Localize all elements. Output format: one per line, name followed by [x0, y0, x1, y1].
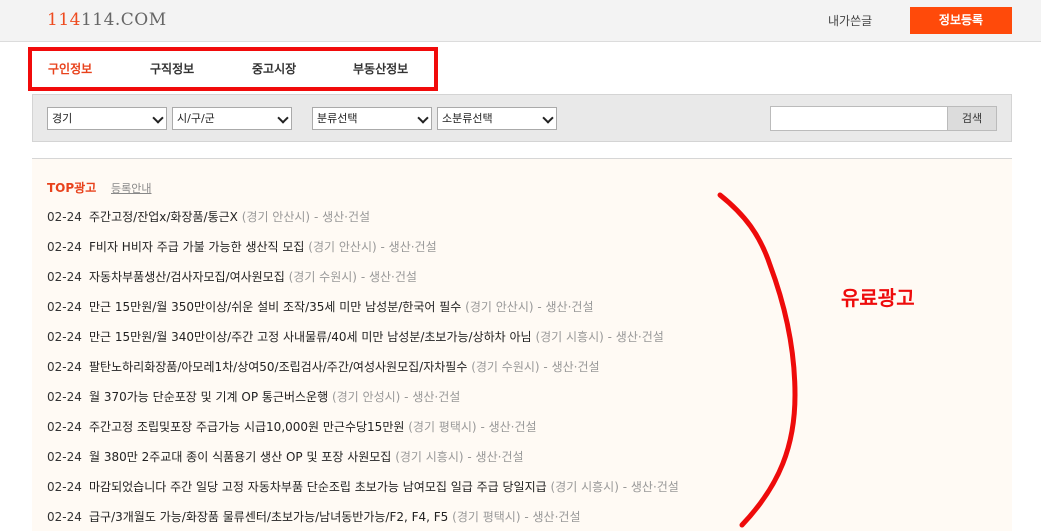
top-ads-title: TOP광고: [47, 181, 97, 195]
row-location: (경기 수원시): [471, 360, 540, 374]
row-date: 02-24: [47, 330, 82, 344]
city-select-value: 시/구/군: [177, 112, 215, 125]
row-category: - 생산·건설: [313, 210, 371, 224]
category-select[interactable]: 분류선택: [312, 107, 432, 130]
list-item[interactable]: 02-24 월 370가능 단순포장 및 기계 OP 통근버스운행 (경기 안성시…: [47, 388, 460, 405]
row-location: (경기 안성시): [331, 390, 401, 404]
list-item[interactable]: 02-24 급구/3개월도 가능/화장품 물류센터/초보가능/남녀동반가능/F2,…: [47, 508, 580, 525]
list-item[interactable]: 02-24 팔탄노하리화장품/아모레1차/상여50/조립검사/주간/여성사원모집/…: [47, 358, 600, 375]
subcategory-select-value: 소분류선택: [442, 112, 493, 125]
list-item[interactable]: 02-24 F비자 H비자 주급 가불 가능한 생산직 모집 (경기 안산시) -…: [47, 238, 437, 255]
row-category: - 생산·건설: [360, 270, 417, 284]
row-date: 02-24: [47, 450, 82, 464]
row-location: (경기 안산시): [465, 300, 534, 314]
row-location: (경기 시흥시): [550, 480, 619, 494]
category-select-value: 분류선택: [317, 112, 358, 125]
row-date: 02-24: [47, 510, 82, 524]
row-date: 02-24: [47, 420, 82, 434]
row-category: - 생산·건설: [467, 450, 524, 464]
row-category: - 생산·건설: [524, 510, 581, 524]
row-title[interactable]: 급구/3개월도 가능/화장품 물류센터/초보가능/남녀동반가능/F2, F4, …: [89, 510, 448, 524]
search-input[interactable]: [770, 106, 948, 131]
row-category: - 생산·건설: [404, 390, 461, 404]
row-title[interactable]: 주간고정 조립및포장 주급가능 시급10,000원 만근수당15만원: [89, 420, 404, 434]
row-title[interactable]: 주간고정/잔업x/화장품/통근X: [89, 210, 238, 224]
list-item[interactable]: 02-24 자동차부품생산/검사자모집/여사원모집 (경기 수원시) - 생산·건…: [47, 268, 417, 285]
search-button[interactable]: 검색: [947, 106, 997, 131]
row-date: 02-24: [47, 300, 82, 314]
logo-rest: 114.COM: [80, 10, 167, 30]
row-date: 02-24: [47, 270, 82, 284]
tab-job-seekers[interactable]: 구직정보: [150, 60, 194, 77]
list-item[interactable]: 02-24 마감되었습니다 주간 일당 고정 자동차부품 단순조립 초보가능 남여…: [47, 478, 679, 495]
row-date: 02-24: [47, 240, 82, 254]
row-category: - 생산·건설: [622, 480, 679, 494]
row-title[interactable]: 월 370가능 단순포장 및 기계 OP 통근버스운행: [89, 390, 328, 404]
list-item[interactable]: 02-24 월 380만 2주교대 종이 식품용기 생산 OP 및 포장 사원모집…: [47, 448, 524, 465]
register-button[interactable]: 정보등록: [910, 7, 1012, 34]
top-bar: 114114.COM 내가쓴글 정보등록: [0, 0, 1041, 42]
row-date: 02-24: [47, 210, 82, 224]
tab-real-estate[interactable]: 부동산정보: [353, 60, 408, 77]
row-location: (경기 안산시): [308, 240, 377, 254]
registration-guide-link[interactable]: 등록안내: [111, 180, 151, 196]
subcategory-select[interactable]: 소분류선택: [437, 107, 557, 130]
list-item[interactable]: 02-24 주간고정 조립및포장 주급가능 시급10,000원 만근수당15만원 …: [47, 418, 537, 435]
row-title[interactable]: 팔탄노하리화장품/아모레1차/상여50/조립검사/주간/여성사원모집/자차필수: [89, 360, 467, 374]
row-location: (경기 시흥시): [535, 330, 604, 344]
chevron-down-icon: [417, 112, 429, 124]
row-title[interactable]: 월 380만 2주교대 종이 식품용기 생산 OP 및 포장 사원모집: [89, 450, 391, 464]
row-category: - 생산·건설: [607, 330, 664, 344]
region-select-value: 경기: [52, 112, 73, 125]
list-item[interactable]: 02-24 주간고정/잔업x/화장품/통근X (경기 안산시) - 생산·건설: [47, 208, 370, 225]
site-logo[interactable]: 114114.COM: [47, 10, 167, 30]
row-category: - 생산·건설: [537, 300, 594, 314]
row-location: (경기 평택시): [452, 510, 521, 524]
filter-bar: 경기 시/구/군 분류선택 소분류선택 검색: [32, 94, 1012, 142]
tab-used-market[interactable]: 중고시장: [252, 60, 296, 77]
row-category: - 생산·건설: [380, 240, 437, 254]
row-location: (경기 시흥시): [395, 450, 464, 464]
row-date: 02-24: [47, 480, 82, 494]
city-select[interactable]: 시/구/군: [172, 107, 292, 130]
chevron-down-icon: [277, 112, 289, 124]
annotation-bracket-curve: [717, 192, 798, 528]
row-title[interactable]: 자동차부품생산/검사자모집/여사원모집: [89, 270, 285, 284]
chevron-down-icon: [152, 112, 164, 124]
row-category: - 생산·건설: [543, 360, 600, 374]
list-item[interactable]: 02-24 만근 15만원/월 350만이상/쉬운 설비 조작/35세 미만 남성…: [47, 298, 594, 315]
row-location: (경기 평택시): [408, 420, 477, 434]
region-select[interactable]: 경기: [47, 107, 167, 130]
logo-highlight: 114: [47, 10, 81, 30]
row-title[interactable]: 만근 15만원/월 340만이상/주간 고정 사내물류/40세 미만 남성분/초…: [89, 330, 532, 344]
row-category: - 생산·건설: [480, 420, 537, 434]
chevron-down-icon: [542, 112, 554, 124]
row-date: 02-24: [47, 360, 82, 374]
tab-job-offers[interactable]: 구인정보: [48, 60, 92, 77]
row-location: (경기 수원시): [288, 270, 357, 284]
row-date: 02-24: [47, 390, 82, 404]
row-title[interactable]: 만근 15만원/월 350만이상/쉬운 설비 조작/35세 미만 남성분/한국어…: [89, 300, 461, 314]
list-item[interactable]: 02-24 만근 15만원/월 340만이상/주간 고정 사내물류/40세 미만 …: [47, 328, 664, 345]
row-title[interactable]: 마감되었습니다 주간 일당 고정 자동차부품 단순조립 초보가능 남여모집 일급…: [89, 480, 547, 494]
row-title[interactable]: F비자 H비자 주급 가불 가능한 생산직 모집: [89, 240, 304, 254]
paid-ads-annotation: 유료광고: [841, 286, 915, 310]
my-posts-link[interactable]: 내가쓴글: [828, 12, 872, 29]
row-location: (경기 안산시): [241, 210, 311, 224]
